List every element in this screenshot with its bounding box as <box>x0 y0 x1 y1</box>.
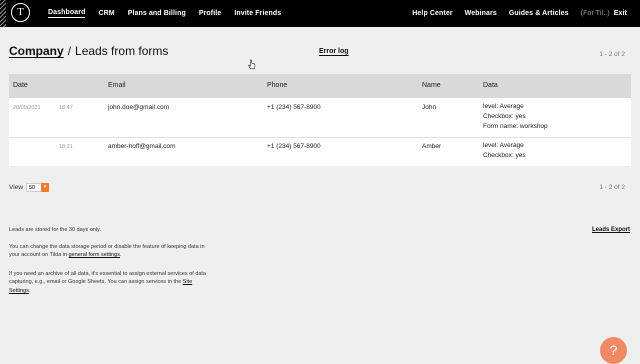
tilda-logo-icon[interactable]: T <box>11 3 30 22</box>
archive-note: If you need an archive of all data, it's… <box>9 271 207 294</box>
nav-guides-articles[interactable]: Guides & Articles <box>509 10 569 17</box>
nav-crm[interactable]: CRM <box>98 10 114 17</box>
lead-name: John <box>422 104 437 111</box>
lead-data-line: Checkbox: yes <box>483 113 526 120</box>
chevron-down-icon[interactable]: ▾ <box>40 183 49 192</box>
view-count-control: View 50 ▾ <box>9 183 49 192</box>
account-name[interactable]: (For Til..) <box>581 10 610 17</box>
storage-note: You can change the data storage period o… <box>9 244 205 259</box>
table-row[interactable]: 28/09/2021 18:47 john.doe@gmail.com +1 (… <box>9 98 631 138</box>
lead-name: Amber <box>422 143 442 150</box>
leads-export-link[interactable]: Leads Export <box>592 227 630 233</box>
page-title: Leads from forms <box>75 44 169 58</box>
leads-table: Date Email Phone Name Data 28/09/2021 18… <box>9 74 631 166</box>
general-form-settings-link[interactable]: general form settings <box>69 252 120 258</box>
lead-data-line: Form name: workshop <box>483 123 548 130</box>
lead-data: level: Average Checkbox: yes Form name: … <box>483 102 548 132</box>
main-nav: Dashboard CRM Plans and Billing Profile … <box>48 0 281 27</box>
top-navigation-bar: T Dashboard CRM Plans and Billing Profil… <box>0 0 640 27</box>
nav-webinars[interactable]: Webinars <box>465 10 497 17</box>
decorative-strip <box>0 0 6 27</box>
column-header-data: Data <box>483 82 498 89</box>
table-row[interactable]: 18:31 amber-hoff@gmail.com +1 (234) 567-… <box>9 138 631 166</box>
error-log-link[interactable]: Error log <box>319 48 349 55</box>
mouse-cursor-icon <box>248 59 256 70</box>
lead-time: 18:31 <box>59 144 73 150</box>
table-header: Date Email Phone Name Data <box>9 74 631 98</box>
lead-email: john.doe@gmail.com <box>108 104 170 111</box>
lead-data-line: Checkbox: yes <box>483 152 526 159</box>
column-header-date: Date <box>13 82 28 89</box>
lead-phone: +1 (234) 567-8900 <box>267 104 321 111</box>
pagination-bottom: 1 - 2 of 2 <box>599 184 625 191</box>
column-header-name: Name <box>422 82 441 89</box>
view-label: View <box>9 184 23 191</box>
nav-help-center[interactable]: Help Center <box>412 10 452 17</box>
breadcrumb: Company / Leads from forms <box>9 44 168 58</box>
pagination-top: 1 - 2 of 2 <box>599 51 625 58</box>
lead-email: amber-hoff@gmail.com <box>108 143 176 150</box>
lead-phone: +1 (234) 567-8900 <box>267 143 321 150</box>
column-header-email: Email <box>108 82 126 89</box>
nav-profile[interactable]: Profile <box>199 10 221 17</box>
breadcrumb-separator: / <box>67 44 72 58</box>
archive-note-text: If you need an archive of all data, it's… <box>9 271 207 286</box>
column-header-phone: Phone <box>267 82 288 89</box>
lead-data: level: Average Checkbox: yes <box>483 141 526 161</box>
nav-dashboard[interactable]: Dashboard <box>48 9 86 18</box>
secondary-nav: Help Center Webinars Guides & Articles (… <box>412 0 627 27</box>
breadcrumb-company-link[interactable]: Company <box>9 44 64 58</box>
lead-time: 18:47 <box>59 105 73 111</box>
lead-data-line: level: Average <box>483 142 524 149</box>
nav-invite-friends[interactable]: Invite Friends <box>234 10 281 17</box>
nav-plans-billing[interactable]: Plans and Billing <box>128 10 186 17</box>
lead-date: 28/09/2021 <box>13 105 41 111</box>
exit-link[interactable]: Exit <box>614 10 627 17</box>
retention-note: Leads are stored for the 30 days only. <box>9 227 101 233</box>
lead-data-line: level: Average <box>483 103 524 110</box>
